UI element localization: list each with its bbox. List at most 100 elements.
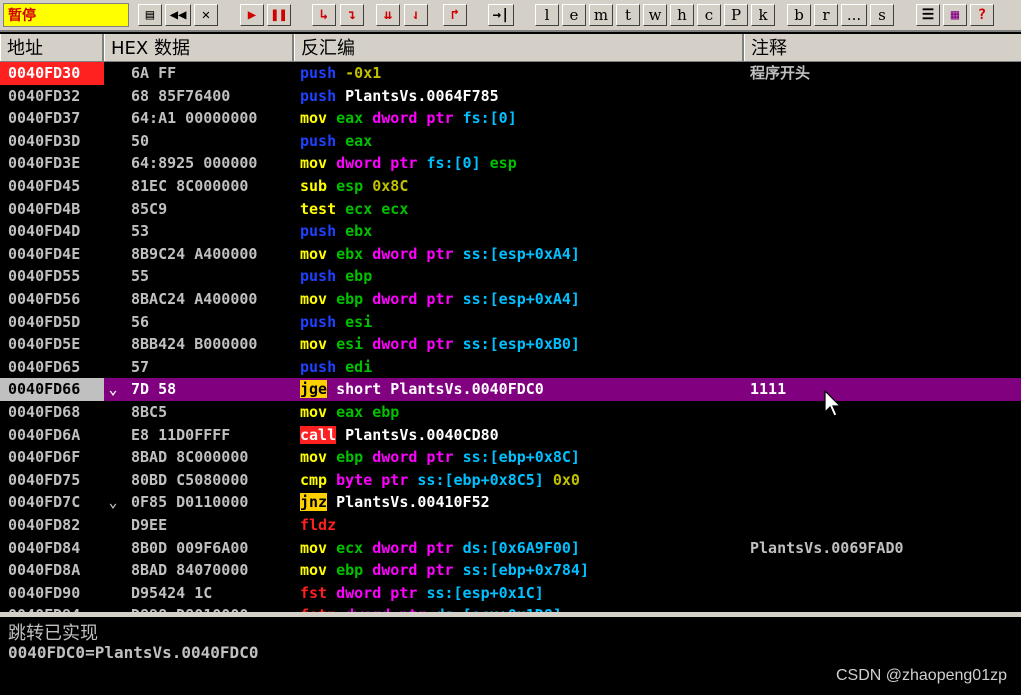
memory-window-button[interactable]: m — [589, 4, 613, 26]
row-operands: ecx,dword ptr ds:[0x6A9F00] — [336, 538, 580, 557]
row-operands: ebp,dword ptr ss:[ebp+0x784] — [336, 561, 589, 580]
column-header-disasm[interactable]: 反汇编 — [294, 34, 744, 61]
disasm-row[interactable]: 0040FD37 64:A1 00000000 mov eax,dword ptr … — [0, 107, 1021, 130]
handles-window-button[interactable]: h — [670, 4, 694, 26]
jump-arrow-icon: ⌄ — [108, 380, 118, 399]
pause-button[interactable]: ❚❚ — [267, 4, 291, 26]
row-hex: 64:A1 00000000 — [131, 109, 258, 128]
disasm-row[interactable]: 0040FD3E 64:8925 000000 mov dword ptr fs:[… — [0, 152, 1021, 175]
log-window-button[interactable]: l — [535, 4, 559, 26]
step-into-button[interactable]: ↳ — [312, 4, 336, 26]
row-disassembly: mov eax,dword ptr fs:[0] — [300, 107, 740, 130]
jump-target-text: 0040FDC0=PlantsVs.0040FDC0 — [8, 643, 259, 662]
row-disassembly: jnz PlantsVs.00410F52 — [300, 491, 740, 514]
windows-window-button[interactable]: w — [643, 4, 667, 26]
list-icon[interactable]: ☰ — [916, 4, 940, 26]
row-disassembly: mov ecx,dword ptr ds:[0x6A9F00] — [300, 537, 740, 560]
disasm-row[interactable]: 0040FD4B 85C9 test ecx,ecx — [0, 198, 1021, 221]
open-file-button[interactable]: ▤ — [138, 4, 162, 26]
row-address: 0040FD37 — [8, 109, 81, 128]
restart-button[interactable]: ◀◀ — [165, 4, 191, 26]
disasm-row[interactable]: 0040FD8A 8BAD 84070000 mov ebp,dword ptr s… — [0, 559, 1021, 582]
row-mnemonic: fldz — [300, 516, 337, 534]
row-hex: D898 D8010000 — [131, 604, 293, 612]
breakpoints-window-button[interactable]: b — [787, 4, 811, 26]
row-mnemonic: push — [300, 64, 337, 82]
row-address: 0040FD56 — [8, 290, 81, 308]
disasm-row[interactable]: 0040FD65 57 push edi — [0, 356, 1021, 379]
disasm-row[interactable]: 0040FD5D 56 push esi — [0, 311, 1021, 334]
grid-icon[interactable]: ▦ — [943, 4, 967, 26]
disassembly-pane[interactable]: 0040FD30 6A FF push -0x1 程序开头 0040FD32 68 85F… — [0, 62, 1021, 612]
jump-status-text: 跳转已实现 — [8, 623, 98, 644]
row-disassembly: push ebx — [300, 220, 740, 243]
row-hex: 50 — [131, 131, 150, 150]
disasm-row[interactable]: 0040FD7C ⌄ 0F85 D0110000 jnz PlantsVs.00410… — [0, 491, 1021, 514]
row-address: 0040FD3E — [8, 154, 81, 173]
row-operands: ebp,dword ptr ss:[ebp+0x8C] — [336, 448, 580, 467]
column-header-comment[interactable]: 注释 — [744, 34, 1021, 61]
disasm-row[interactable]: 0040FD30 6A FF push -0x1 程序开头 — [0, 62, 1021, 85]
row-mnemonic: push — [300, 86, 337, 105]
help-button[interactable]: ? — [970, 4, 994, 26]
disasm-row[interactable]: 0040FD45 81EC 8C000000 sub esp,0x8C — [0, 175, 1021, 198]
cpu-window-button[interactable]: c — [697, 4, 721, 26]
watermark: CSDN @zhaopeng01zp — [835, 667, 1007, 684]
row-mnemonic: mov — [300, 538, 328, 557]
disasm-row[interactable]: 0040FD68 8BC5 mov eax,ebp — [0, 401, 1021, 424]
disasm-row[interactable]: 0040FD4E 8B9C24 A400000 mov ebx,dword ptr … — [0, 243, 1021, 266]
disasm-row[interactable]: 0040FD5E 8BB424 B000000 mov esi,dword ptr … — [0, 333, 1021, 356]
disasm-row[interactable]: 0040FD6A E8 11D0FFFF call PlantsVs.0040CD8… — [0, 424, 1021, 447]
modules-window-button[interactable]: e — [562, 4, 586, 26]
row-operands: PlantsVs.0064F785 — [345, 86, 499, 105]
row-address: 0040FD5D — [8, 312, 81, 331]
row-disassembly: fldz — [300, 514, 740, 537]
row-operands: ebx,dword ptr ss:[esp+0xA4] — [336, 244, 580, 263]
goto-button[interactable]: →| — [488, 4, 514, 26]
source-window-button[interactable]: s — [870, 4, 894, 26]
run-button[interactable]: ▶ — [240, 4, 264, 26]
row-hex: 55 — [131, 267, 150, 286]
disasm-row[interactable]: 0040FD84 8B0D 009F6A00 mov ecx,dword ptr d… — [0, 537, 1021, 560]
close-button[interactable]: ✕ — [194, 4, 218, 26]
trace-over-button[interactable]: ⇃ — [404, 4, 428, 26]
disasm-row[interactable]: 0040FD6F 8BAD 8C000000 mov ebp,dword ptr s… — [0, 446, 1021, 469]
row-address: 0040FD32 — [8, 86, 81, 105]
row-address: 0040FD5E — [8, 335, 81, 354]
disasm-row[interactable]: 0040FD94 D898 D8010000 fstp dword ptr ds:[… — [0, 604, 1021, 612]
references-window-button[interactable]: r — [814, 4, 838, 26]
trace-into-button[interactable]: ⇊ — [376, 4, 400, 26]
row-disassembly: fst dword ptr ss:[esp+0x1C] — [300, 582, 740, 605]
disasm-row[interactable]: 0040FD66 ⌄ 7D 58 jge short PlantsVs.0040FDC… — [0, 378, 1021, 401]
execute-till-return-button[interactable]: ↱ — [443, 4, 467, 26]
column-header-address[interactable]: 地址 — [0, 34, 104, 61]
row-disassembly: push -0x1 — [300, 62, 740, 85]
disasm-row[interactable]: 0040FD32 68 85F76400 push PlantsVs.0064F78… — [0, 85, 1021, 108]
column-header-hex[interactable]: HEX 数据 — [104, 34, 294, 61]
run-trace-window-button[interactable]: ... — [841, 4, 867, 26]
row-operands: dword ptr fs:[0],esp — [336, 154, 517, 173]
row-address: 0040FD4B — [8, 199, 81, 218]
threads-window-button[interactable]: t — [616, 4, 640, 26]
disasm-row[interactable]: 0040FD90 D95424 1C fst dword ptr ss:[esp+0… — [0, 582, 1021, 605]
row-hex: E8 11D0FFFF — [131, 425, 231, 444]
step-over-button[interactable]: ↴ — [340, 4, 364, 26]
row-operands: eax,ebp — [336, 403, 400, 421]
row-operands: eax — [345, 131, 373, 150]
row-disassembly: mov ebp,dword ptr ss:[ebp+0x784] — [300, 559, 740, 582]
disasm-row[interactable]: 0040FD75 80BD C5080000 cmp byte ptr ss:[eb… — [0, 469, 1021, 492]
disasm-row[interactable]: 0040FD4D 53 push ebx — [0, 220, 1021, 243]
row-mnemonic: push — [300, 267, 337, 286]
row-address: 0040FD90 — [8, 583, 81, 602]
row-hex: 8BAC24 A400000 — [131, 290, 258, 308]
disasm-row[interactable]: 0040FD3D 50 push eax — [0, 130, 1021, 153]
row-operands: esp,0x8C — [336, 177, 409, 195]
row-operands: esi,dword ptr ss:[esp+0xB0] — [336, 335, 580, 354]
disasm-row[interactable]: 0040FD55 55 push ebp — [0, 265, 1021, 288]
disasm-row[interactable]: 0040FD56 8BAC24 A400000 mov ebp,dword ptr … — [0, 288, 1021, 311]
disasm-row[interactable]: 0040FD82 D9EE fldz — [0, 514, 1021, 537]
call-stack-window-button[interactable]: k — [751, 4, 775, 26]
row-mnemonic: mov — [300, 154, 328, 173]
row-hex: 85C9 — [131, 199, 168, 218]
patches-window-button[interactable]: P — [724, 4, 748, 26]
